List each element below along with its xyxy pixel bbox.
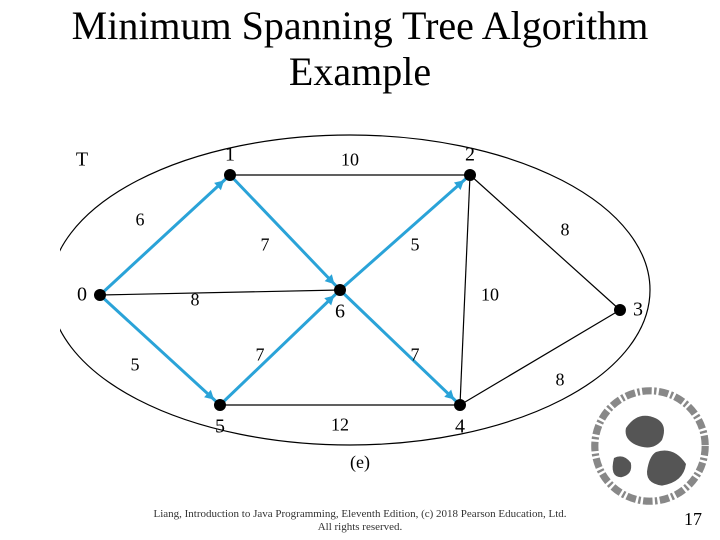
- copyright-footer: Liang, Introduction to Java Programming,…: [0, 508, 720, 534]
- edge-weight: 8: [561, 220, 570, 241]
- plain-edge: [460, 175, 470, 405]
- edge-weight: 5: [131, 355, 140, 376]
- edge-weight: 8: [191, 290, 200, 311]
- edge-weight: 6: [136, 210, 145, 231]
- graph-node: [224, 169, 236, 181]
- slide-title-line2: Example: [0, 48, 720, 95]
- figure-caption: (e): [350, 452, 370, 473]
- graph-node-label: 3: [633, 299, 643, 322]
- graph-node: [454, 399, 466, 411]
- set-label-T: T: [76, 149, 88, 172]
- graph-diagram: 6510758108127780123456 T (e): [60, 130, 660, 470]
- edge-weight: 7: [261, 235, 270, 256]
- graph-node-label: 0: [77, 284, 87, 307]
- graph-svg: [60, 130, 660, 470]
- graph-node-label: 6: [335, 301, 345, 324]
- edge-weight: 7: [256, 345, 265, 366]
- edge-weight: 10: [341, 150, 359, 171]
- graph-node: [334, 284, 346, 296]
- mst-edge: [100, 175, 230, 295]
- mst-edge: [220, 290, 340, 405]
- mst-edge: [230, 175, 340, 290]
- graph-node: [614, 304, 626, 316]
- plain-edge: [100, 290, 340, 295]
- graph-node: [94, 289, 106, 301]
- page-number: 17: [684, 509, 702, 530]
- edge-weight: 5: [411, 235, 420, 256]
- graph-node-label: 4: [455, 416, 465, 439]
- graph-node: [214, 399, 226, 411]
- graph-node-label: 5: [215, 416, 225, 439]
- edge-weight: 8: [556, 370, 565, 391]
- footer-line1: Liang, Introduction to Java Programming,…: [153, 508, 566, 520]
- graph-node: [464, 169, 476, 181]
- edge-weight: 7: [411, 345, 420, 366]
- footer-line2: All rights reserved.: [318, 521, 403, 533]
- edge-weight: 10: [481, 285, 499, 306]
- slide-title-line1: Minimum Spanning Tree Algorithm: [0, 4, 720, 48]
- graph-node-label: 1: [225, 144, 235, 167]
- mst-edge: [340, 290, 460, 405]
- graph-node-label: 2: [465, 144, 475, 167]
- edge-weight: 12: [331, 415, 349, 436]
- set-boundary: [60, 135, 650, 445]
- mst-edge: [340, 175, 470, 290]
- globe-icon: [590, 386, 710, 506]
